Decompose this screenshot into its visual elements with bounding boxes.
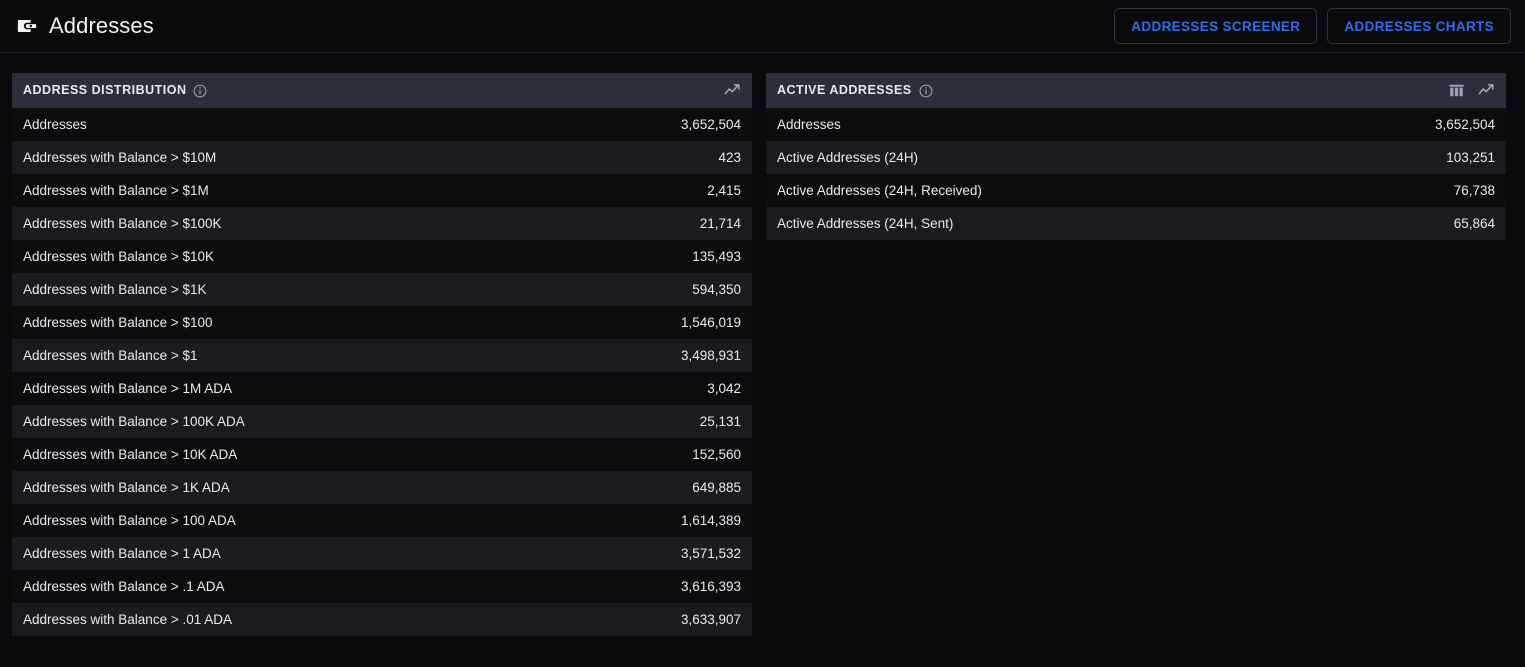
row-label: Addresses with Balance > .1 ADA bbox=[23, 578, 225, 594]
table-row[interactable]: Addresses with Balance > 1 ADA 3,571,532 bbox=[12, 537, 752, 570]
wallet-icon bbox=[17, 20, 37, 32]
active-addresses-header-icons bbox=[1448, 82, 1495, 99]
row-value: 1,614,389 bbox=[680, 512, 741, 528]
page-title-group: Addresses bbox=[16, 15, 154, 37]
row-label: Addresses with Balance > 1K ADA bbox=[23, 479, 230, 495]
address-distribution-header-icons bbox=[724, 82, 741, 99]
row-value: 3,616,393 bbox=[680, 578, 741, 594]
table-row[interactable]: Addresses with Balance > $100 1,546,019 bbox=[12, 306, 752, 339]
active-addresses-panel: ACTIVE ADDRESSES Addresses 3,652,504 Act… bbox=[766, 73, 1506, 240]
row-value: 1,546,019 bbox=[680, 314, 741, 330]
address-distribution-panel: ADDRESS DISTRIBUTION Addresses 3,652,504 A… bbox=[12, 73, 752, 636]
table-row[interactable]: Addresses with Balance > $1M 2,415 bbox=[12, 174, 752, 207]
app-root: Addresses ADDRESSES SCREENER ADDRESSES C… bbox=[0, 0, 1525, 667]
row-label: Addresses with Balance > 1 ADA bbox=[23, 545, 221, 561]
table-row[interactable]: Addresses with Balance > 1K ADA 649,885 bbox=[12, 471, 752, 504]
address-distribution-header: ADDRESS DISTRIBUTION bbox=[12, 73, 752, 108]
row-value: 2,415 bbox=[707, 182, 741, 198]
row-label: Addresses with Balance > $1 bbox=[23, 347, 198, 363]
row-value: 594,350 bbox=[692, 281, 741, 297]
table-columns-icon[interactable] bbox=[1448, 82, 1465, 99]
row-value: 25,131 bbox=[699, 413, 741, 429]
table-row[interactable]: Addresses with Balance > 100K ADA 25,131 bbox=[12, 405, 752, 438]
row-value: 135,493 bbox=[692, 248, 741, 264]
table-row[interactable]: Addresses 3,652,504 bbox=[766, 108, 1506, 141]
table-row[interactable]: Addresses with Balance > .01 ADA 3,633,90… bbox=[12, 603, 752, 636]
row-value: 3,498,931 bbox=[680, 347, 741, 363]
row-label: Active Addresses (24H, Received) bbox=[777, 182, 982, 198]
table-row[interactable]: Addresses with Balance > $10M 423 bbox=[12, 141, 752, 174]
address-distribution-table: Addresses 3,652,504 Addresses with Balance… bbox=[12, 108, 752, 636]
row-value: 3,042 bbox=[707, 380, 741, 396]
table-row[interactable]: Addresses with Balance > $1K 594,350 bbox=[12, 273, 752, 306]
row-value: 3,652,504 bbox=[680, 116, 741, 132]
row-label: Addresses bbox=[777, 116, 841, 132]
row-label: Addresses with Balance > 100K ADA bbox=[23, 413, 245, 429]
active-addresses-header: ACTIVE ADDRESSES bbox=[766, 73, 1506, 108]
row-value: 3,633,907 bbox=[680, 611, 741, 627]
table-row[interactable]: Active Addresses (24H, Sent) 65,864 bbox=[766, 207, 1506, 240]
row-label: Active Addresses (24H, Sent) bbox=[777, 215, 954, 231]
row-label: Addresses with Balance > $1K bbox=[23, 281, 207, 297]
top-bar-actions: ADDRESSES SCREENER ADDRESSES CHARTS bbox=[1114, 8, 1511, 44]
row-label: Active Addresses (24H) bbox=[777, 149, 919, 165]
addresses-screener-button[interactable]: ADDRESSES SCREENER bbox=[1114, 8, 1318, 44]
info-icon[interactable] bbox=[193, 84, 207, 98]
row-label: Addresses with Balance > 10K ADA bbox=[23, 446, 238, 462]
table-row[interactable]: Addresses with Balance > 1M ADA 3,042 bbox=[12, 372, 752, 405]
table-row[interactable]: Addresses with Balance > .1 ADA 3,616,393 bbox=[12, 570, 752, 603]
row-value: 152,560 bbox=[692, 446, 741, 462]
table-row[interactable]: Addresses with Balance > 100 ADA 1,614,38… bbox=[12, 504, 752, 537]
table-row[interactable]: Active Addresses (24H) 103,251 bbox=[766, 141, 1506, 174]
row-value: 423 bbox=[718, 149, 741, 165]
active-addresses-table: Addresses 3,652,504 Active Addresses (24H)… bbox=[766, 108, 1506, 240]
row-label: Addresses with Balance > $1M bbox=[23, 182, 209, 198]
row-label: Addresses with Balance > $100 bbox=[23, 314, 213, 330]
panels-container: ADDRESS DISTRIBUTION Addresses 3,652,504 A… bbox=[0, 53, 1525, 636]
address-distribution-title: ADDRESS DISTRIBUTION bbox=[23, 83, 187, 98]
table-row[interactable]: Addresses with Balance > 10K ADA 152,560 bbox=[12, 438, 752, 471]
table-row[interactable]: Addresses with Balance > $10K 135,493 bbox=[12, 240, 752, 273]
page-title: Addresses bbox=[49, 13, 154, 38]
row-label: Addresses bbox=[23, 116, 87, 132]
row-value: 3,652,504 bbox=[1434, 116, 1495, 132]
row-label: Addresses with Balance > $10K bbox=[23, 248, 214, 264]
row-value: 65,864 bbox=[1453, 215, 1495, 231]
row-label: Addresses with Balance > $10M bbox=[23, 149, 217, 165]
addresses-charts-button[interactable]: ADDRESSES CHARTS bbox=[1327, 8, 1511, 44]
table-row[interactable]: Addresses with Balance > $100K 21,714 bbox=[12, 207, 752, 240]
row-label: Addresses with Balance > 100 ADA bbox=[23, 512, 236, 528]
row-value: 103,251 bbox=[1446, 149, 1495, 165]
row-value: 649,885 bbox=[692, 479, 741, 495]
info-icon[interactable] bbox=[919, 84, 933, 98]
row-label: Addresses with Balance > .01 ADA bbox=[23, 611, 232, 627]
row-label: Addresses with Balance > $100K bbox=[23, 215, 222, 231]
line-chart-icon[interactable] bbox=[1478, 82, 1495, 99]
top-bar: Addresses ADDRESSES SCREENER ADDRESSES C… bbox=[0, 0, 1525, 53]
active-addresses-title: ACTIVE ADDRESSES bbox=[777, 83, 912, 98]
table-row[interactable]: Active Addresses (24H, Received) 76,738 bbox=[766, 174, 1506, 207]
line-chart-icon[interactable] bbox=[724, 82, 741, 99]
table-row[interactable]: Addresses with Balance > $1 3,498,931 bbox=[12, 339, 752, 372]
row-value: 21,714 bbox=[699, 215, 741, 231]
row-value: 3,571,532 bbox=[680, 545, 741, 561]
row-label: Addresses with Balance > 1M ADA bbox=[23, 380, 232, 396]
table-row[interactable]: Addresses 3,652,504 bbox=[12, 108, 752, 141]
row-value: 76,738 bbox=[1453, 182, 1495, 198]
